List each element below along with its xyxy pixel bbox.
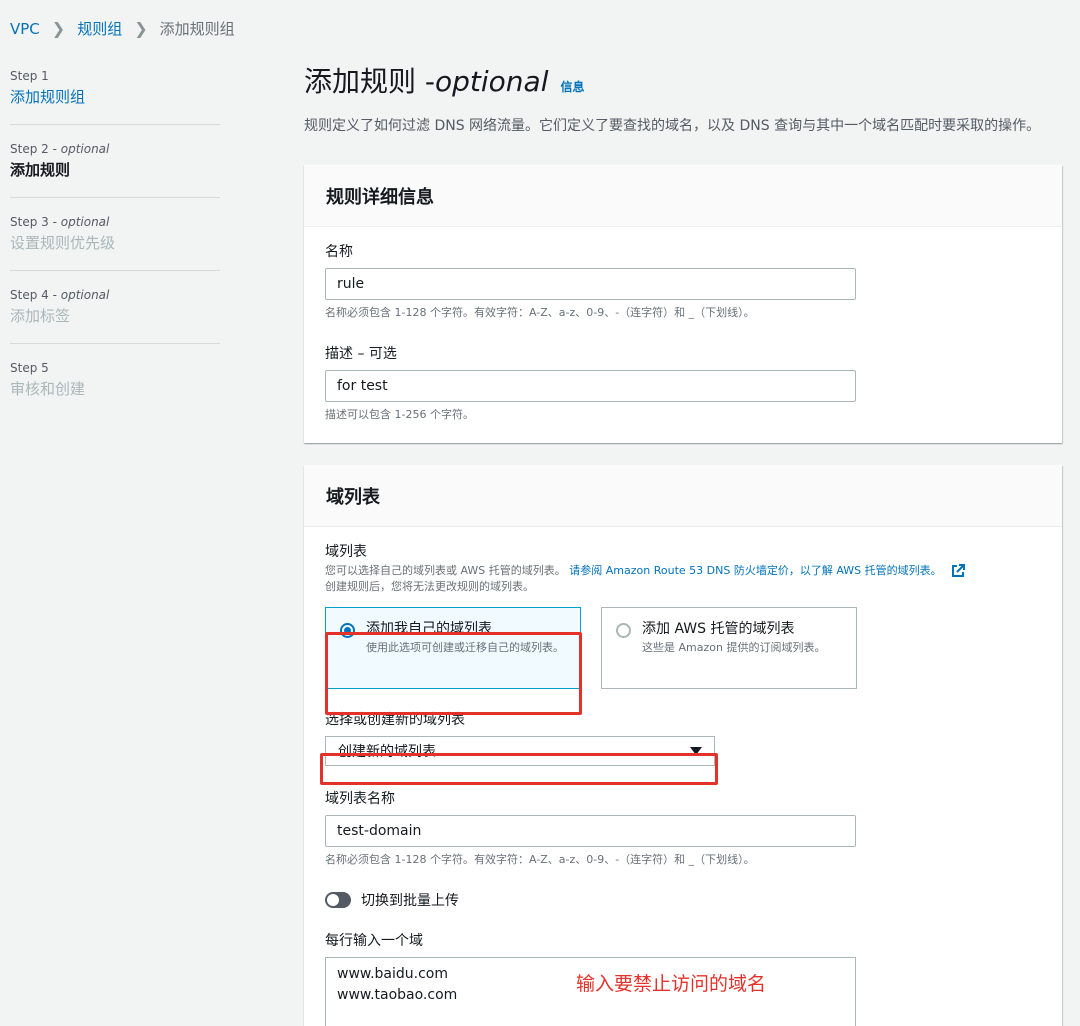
external-link-icon[interactable] — [951, 564, 966, 578]
domain-list-panel: 域列表 域列表 您可以选择自己的域列表或 AWS 托管的域列表。 请参阅 Ama… — [304, 465, 1062, 1026]
select-label: 选择或创建新的域列表 — [325, 712, 465, 728]
wizard-step-4: Step 4 - optional 添加标签 — [10, 287, 220, 344]
page-title: 添加规则 - optional 信息 — [304, 60, 1062, 109]
domains-field: 每行输入一个域 www.baidu.com www.taobao.com 输入要… — [325, 930, 1041, 1026]
option-title: 添加我自己的域列表 — [366, 621, 492, 637]
caret-down-icon — [690, 747, 702, 755]
domain-list-label: 域列表 — [325, 544, 367, 560]
breadcrumb-vpc-link[interactable]: VPC — [10, 20, 40, 38]
step-title-review-create: 审核和创建 — [10, 380, 86, 398]
page-description: 规则定义了如何过滤 DNS 网络流量。它们定义了要查找的域名，以及 DNS 查询… — [304, 118, 1041, 134]
breadcrumb-current: 添加规则组 — [159, 20, 235, 38]
rule-details-panel: 规则详细信息 名称 rule 名称必须包含 1-128 个字符。有效字符：A-Z… — [304, 165, 1062, 443]
step-number: Step 5 — [10, 361, 49, 375]
main-content: 添加规则 - optional 信息 规则定义了如何过滤 DNS 网络流量。它们… — [304, 60, 1062, 1026]
domain-list-hint: 您可以选择自己的域列表或 AWS 托管的域列表。 请参阅 Amazon Rout… — [325, 563, 1041, 579]
toggle-label: 切换到批量上传 — [361, 893, 459, 909]
option-description: 这些是 Amazon 提供的订阅域列表。 — [642, 641, 826, 654]
domain-list-options: 添加我自己的域列表 使用此选项可创建或迁移自己的域列表。 添加 AWS 托管的域… — [325, 607, 1041, 689]
description-label: 描述 – 可选 — [325, 346, 397, 362]
description-hint: 描述可以包含 1-256 个字符。 — [325, 408, 474, 421]
step-number: Step 4 - optional — [10, 288, 110, 302]
breadcrumb: VPC ❯ 规则组 ❯ 添加规则组 — [10, 18, 235, 39]
bulk-upload-toggle-row: 切换到批量上传 — [325, 890, 1041, 910]
wizard-steps: Step 1 添加规则组 Step 2 - optional 添加规则 Step… — [10, 68, 220, 432]
step-number: Step 2 - optional — [10, 142, 110, 156]
info-link[interactable]: 信息 — [561, 65, 585, 109]
step-number: Step 1 — [10, 69, 49, 83]
domain-list-hint-2: 创建规则后，您将无法更改规则的域列表。 — [325, 580, 534, 593]
radio-selected-icon[interactable] — [340, 623, 355, 638]
wizard-step-5: Step 5 审核和创建 — [10, 360, 220, 416]
name-hint: 名称必须包含 1-128 个字符。有效字符：A-Z、a-z、0-9、-（连字符）… — [325, 306, 755, 319]
breadcrumb-rule-groups-link[interactable]: 规则组 — [77, 18, 122, 39]
step-title-add-rules: 添加规则 — [10, 161, 71, 179]
description-field: 描述 – 可选 for test 描述可以包含 1-256 个字符。 — [325, 343, 1041, 423]
step-title-add-rule-group[interactable]: 添加规则组 — [10, 86, 220, 108]
domains-textarea[interactable]: www.baidu.com www.taobao.com 输入要禁止访问的域名 — [325, 957, 856, 1026]
option-own-domain-list[interactable]: 添加我自己的域列表 使用此选项可创建或迁移自己的域列表。 — [325, 607, 581, 689]
domain-list-select-field: 选择或创建新的域列表 创建新的域列表 — [325, 709, 1041, 766]
bulk-upload-toggle[interactable] — [325, 892, 351, 908]
step-number: Step 3 - optional — [10, 215, 110, 229]
name-label: 名称 — [325, 244, 353, 260]
wizard-step-1: Step 1 添加规则组 — [10, 68, 220, 125]
list-name-label: 域列表名称 — [325, 791, 395, 807]
domain-list-select[interactable]: 创建新的域列表 — [325, 736, 715, 766]
list-name-input[interactable]: test-domain — [325, 815, 856, 847]
name-field: 名称 rule 名称必须包含 1-128 个字符。有效字符：A-Z、a-z、0-… — [325, 241, 1041, 321]
domains-label: 每行输入一个域 — [325, 933, 423, 949]
wizard-step-2: Step 2 - optional 添加规则 — [10, 141, 220, 198]
chevron-right-icon: ❯ — [134, 19, 148, 38]
chevron-right-icon: ❯ — [51, 19, 66, 38]
step-title-add-tags: 添加标签 — [10, 307, 71, 325]
step-title-set-priority: 设置规则优先级 — [10, 234, 116, 252]
panel-header: 规则详细信息 — [304, 165, 1062, 227]
radio-unselected-icon[interactable] — [616, 623, 631, 638]
option-description: 使用此选项可创建或迁移自己的域列表。 — [366, 641, 564, 654]
option-title: 添加 AWS 托管的域列表 — [642, 621, 795, 637]
select-value: 创建新的域列表 — [338, 744, 436, 760]
description-input[interactable]: for test — [325, 370, 856, 402]
annotation-text: 输入要禁止访问的域名 — [576, 973, 767, 995]
option-aws-managed-list[interactable]: 添加 AWS 托管的域列表 这些是 Amazon 提供的订阅域列表。 — [601, 607, 857, 689]
panel-header: 域列表 — [304, 465, 1062, 527]
name-input[interactable]: rule — [325, 268, 856, 300]
pricing-link[interactable]: 请参阅 Amazon Route 53 DNS 防火墙定价，以了解 AWS 托管… — [569, 564, 941, 577]
list-name-hint: 名称必须包含 1-128 个字符。有效字符：A-Z、a-z、0-9、-（连字符）… — [325, 853, 755, 866]
wizard-step-3: Step 3 - optional 设置规则优先级 — [10, 214, 220, 271]
domain-list-name-field: 域列表名称 test-domain 名称必须包含 1-128 个字符。有效字符：… — [325, 788, 1041, 868]
